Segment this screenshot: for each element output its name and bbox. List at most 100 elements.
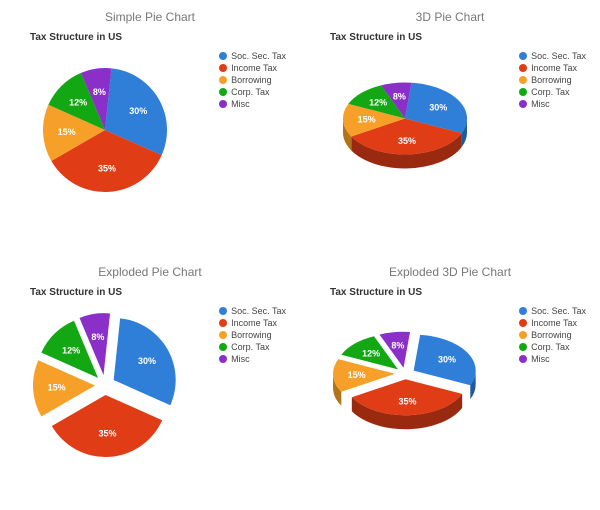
legend-label: Income Tax bbox=[531, 318, 577, 328]
legend-swatch bbox=[219, 319, 227, 327]
chart-panel: 3D Pie ChartTax Structure in US30%35%15%… bbox=[300, 0, 600, 255]
slice-label: 8% bbox=[93, 87, 106, 97]
legend-item: Corp. Tax bbox=[219, 342, 286, 352]
panel-title: Exploded 3D Pie Chart bbox=[306, 265, 594, 279]
chart-title: Tax Structure in US bbox=[30, 287, 294, 298]
legend-swatch bbox=[519, 307, 527, 315]
legend: Soc. Sec. Tax Income Tax Borrowing Corp. Ta… bbox=[519, 306, 586, 366]
chart-body: 30%35%15%12%8%Soc. Sec. TaxIncome TaxBor… bbox=[6, 47, 294, 237]
chart-body: 30% 35% 15% 12% 8% Soc. Sec. Tax Income Tax Bor… bbox=[6, 302, 294, 492]
legend-swatch bbox=[519, 76, 527, 84]
chart-panel: Exploded Pie Chart Tax Structure in US 30%… bbox=[0, 255, 300, 510]
slice-label: 15% bbox=[348, 370, 366, 380]
legend-swatch bbox=[519, 319, 527, 327]
slice-label: 8% bbox=[393, 91, 406, 101]
legend-item: Borrowing bbox=[519, 75, 586, 85]
legend-label: Borrowing bbox=[231, 75, 272, 85]
slice-label: 8% bbox=[391, 341, 404, 351]
slice-label: 35% bbox=[398, 136, 416, 146]
slice-label: 35% bbox=[98, 163, 116, 173]
legend-swatch bbox=[219, 343, 227, 351]
legend-label: Soc. Sec. Tax bbox=[231, 51, 286, 61]
pie-wrap: 30%35%15%12%8% bbox=[30, 55, 180, 215]
legend-item: Misc bbox=[219, 99, 286, 109]
legend-item: Soc. Sec. Tax bbox=[519, 306, 586, 316]
legend-swatch bbox=[219, 307, 227, 315]
pie-wrap: 30%35%15%12%8% bbox=[330, 55, 480, 215]
legend-swatch bbox=[219, 52, 227, 60]
legend-item: Misc bbox=[219, 354, 286, 364]
slice-label: 15% bbox=[358, 115, 376, 125]
chart-title: Tax Structure in US bbox=[30, 32, 294, 43]
legend-swatch bbox=[519, 64, 527, 72]
chart-body: 30% 35% 15% 12% 8% Soc. Sec. Tax Income Tax Bor… bbox=[306, 302, 594, 492]
legend-label: Corp. Tax bbox=[531, 87, 569, 97]
legend-item: Misc bbox=[519, 354, 586, 364]
legend-item: Borrowing bbox=[519, 330, 586, 340]
legend-label: Income Tax bbox=[531, 63, 577, 73]
legend-swatch bbox=[519, 52, 527, 60]
legend-item: Income Tax bbox=[519, 318, 586, 328]
legend-swatch bbox=[519, 100, 527, 108]
slice-label: 35% bbox=[399, 397, 417, 407]
legend: Soc. Sec. Tax Income Tax Borrowing Corp. Ta… bbox=[219, 51, 286, 111]
legend: Soc. Sec. Tax Income Tax Borrowing Corp. Ta… bbox=[219, 306, 286, 366]
slice-label: 35% bbox=[99, 428, 117, 438]
slice-label: 30% bbox=[138, 356, 156, 366]
legend-label: Income Tax bbox=[231, 63, 277, 73]
chart-panel: Exploded 3D Pie ChartTax Structure in US… bbox=[300, 255, 600, 510]
chart-body: 30%35%15%12%8%Soc. Sec. TaxIncome TaxBor… bbox=[306, 47, 594, 237]
panel-title: 3D Pie Chart bbox=[306, 10, 594, 24]
legend-label: Soc. Sec. Tax bbox=[531, 306, 586, 316]
legend-label: Corp. Tax bbox=[531, 342, 569, 352]
legend-label: Borrowing bbox=[531, 75, 572, 85]
legend-item: Borrowing bbox=[219, 330, 286, 340]
legend-item: Income Tax bbox=[219, 63, 286, 73]
pie-wrap: 30% 35% 15% 12% 8% bbox=[30, 310, 180, 470]
slice-label: 12% bbox=[362, 348, 380, 358]
legend-swatch bbox=[519, 331, 527, 339]
legend-label: Soc. Sec. Tax bbox=[231, 306, 286, 316]
legend-swatch bbox=[219, 355, 227, 363]
pie-slice bbox=[52, 395, 162, 457]
legend-label: Borrowing bbox=[231, 330, 272, 340]
legend-swatch bbox=[219, 64, 227, 72]
legend-label: Misc bbox=[531, 99, 550, 109]
legend-label: Soc. Sec. Tax bbox=[531, 51, 586, 61]
panel-title: Exploded Pie Chart bbox=[6, 265, 294, 279]
legend: Soc. Sec. Tax Income Tax Borrowing Corp. Ta… bbox=[519, 51, 586, 111]
legend-label: Misc bbox=[231, 354, 250, 364]
legend-item: Soc. Sec. Tax bbox=[219, 51, 286, 61]
legend-swatch bbox=[219, 100, 227, 108]
chart-title: Tax Structure in US bbox=[330, 32, 594, 43]
chart-panel: Simple Pie ChartTax Structure in US30%35… bbox=[0, 0, 300, 255]
legend-swatch bbox=[519, 88, 527, 96]
slice-label: 15% bbox=[58, 127, 76, 137]
pie-chart: 30% 35% 15% 12% 8% bbox=[330, 310, 480, 484]
legend-item: Corp. Tax bbox=[219, 87, 286, 97]
legend-swatch bbox=[219, 88, 227, 96]
legend-item: Corp. Tax bbox=[519, 87, 586, 97]
legend-item: Borrowing bbox=[219, 75, 286, 85]
slice-label: 12% bbox=[69, 98, 87, 108]
slice-label: 12% bbox=[369, 98, 387, 108]
legend-swatch bbox=[219, 76, 227, 84]
legend-label: Income Tax bbox=[231, 318, 277, 328]
slice-label: 15% bbox=[48, 383, 66, 393]
legend-swatch bbox=[519, 343, 527, 351]
slice-label: 30% bbox=[438, 354, 456, 364]
pie-wrap: 30% 35% 15% 12% 8% bbox=[330, 310, 480, 470]
legend-label: Borrowing bbox=[531, 330, 572, 340]
legend-label: Misc bbox=[531, 354, 550, 364]
legend-label: Corp. Tax bbox=[231, 342, 269, 352]
legend-label: Corp. Tax bbox=[231, 87, 269, 97]
slice-label: 8% bbox=[91, 332, 104, 342]
legend-swatch bbox=[219, 331, 227, 339]
legend-item: Misc bbox=[519, 99, 586, 109]
panel-title: Simple Pie Chart bbox=[6, 10, 294, 24]
slice-label: 12% bbox=[62, 345, 80, 355]
legend-item: Income Tax bbox=[219, 318, 286, 328]
pie-chart: 30%35%15%12%8% bbox=[30, 55, 180, 215]
legend-item: Income Tax bbox=[519, 63, 586, 73]
legend-item: Corp. Tax bbox=[519, 342, 586, 352]
